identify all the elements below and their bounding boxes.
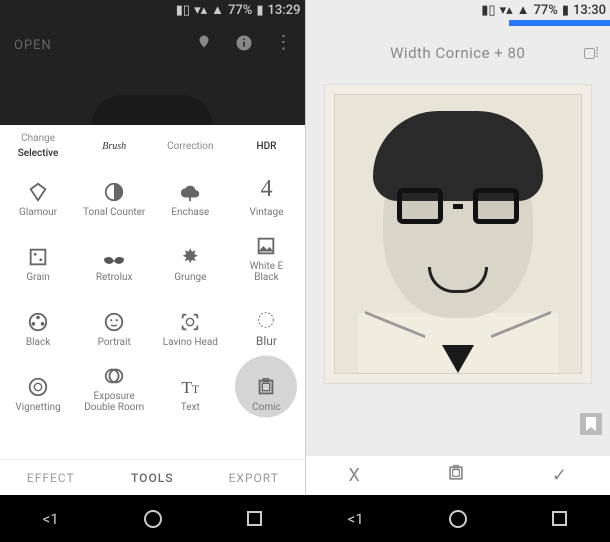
tool-hdr[interactable]: HDR (228, 131, 304, 161)
contrast-icon (103, 181, 125, 203)
tab-tools[interactable]: TOOLS (102, 471, 204, 485)
editor-tools-pane: ▮▯ ▾▴ ▲ 77% ▮ 13:29 OPEN ⋮ Change Select… (0, 0, 306, 495)
nav-bar-right: <1 (305, 495, 610, 542)
open-label[interactable]: OPEN (14, 38, 52, 53)
mustache-icon (101, 254, 127, 268)
status-bar-left: ▮▯ ▾▴ ▲ 77% ▮ 13:29 (176, 0, 301, 20)
wifi-icon: ▲ (211, 2, 224, 18)
tool-selective[interactable]: Change Selective (0, 131, 76, 161)
image-icon (255, 235, 277, 257)
tool-comic[interactable]: Comic (228, 356, 304, 421)
clock: 13:29 (268, 3, 301, 18)
status-bar-right: ▮▯ ▾▴ ▲ 77% ▮ 13:30 (481, 0, 606, 20)
bookmark-icon (585, 417, 597, 431)
tool-glamour[interactable]: Glamour (0, 161, 76, 226)
bookmark-button[interactable] (580, 413, 602, 435)
compare-icon[interactable]: ▢⁞ (583, 44, 598, 61)
tool-header-row: Change Selective Brush Correction HDR (0, 125, 305, 161)
tab-effect[interactable]: EFFECT (0, 471, 102, 485)
tool-text[interactable]: TT Text (152, 356, 228, 421)
indicator-tab-2[interactable] (407, 20, 509, 26)
nav-recent[interactable] (552, 511, 567, 526)
face-icon (103, 311, 125, 333)
android-nav-bars: <1 <1 (0, 495, 610, 542)
nav-back[interactable]: <1 (348, 510, 364, 528)
tool-tonal-counter[interactable]: Tonal Counter (76, 161, 152, 226)
nav-bar-left: <1 (0, 495, 305, 542)
battery-pct: 77% (228, 3, 252, 18)
tool-exposure[interactable]: Exposure Double Room (76, 356, 152, 421)
frame-icon (255, 376, 277, 398)
nav-home[interactable] (144, 510, 162, 528)
double-exposure-icon (103, 365, 125, 387)
tool-grain[interactable]: Grain (0, 226, 76, 291)
tool-vintage[interactable]: 4 Vintage (228, 161, 304, 226)
bottom-action-bar: X ✓ (306, 455, 610, 495)
reel-icon (27, 311, 49, 333)
tool-vignetting[interactable]: Vignetting (0, 356, 76, 421)
indicator-tab-3[interactable] (509, 20, 610, 26)
bottom-tab-bar: EFFECT TOOLS EXPORT (0, 459, 305, 495)
vignette-icon (27, 376, 49, 398)
text-icon: TT (181, 378, 199, 398)
dice-icon (27, 246, 49, 268)
battery-pct: 77% (534, 3, 558, 18)
tool-white-black[interactable]: White E Black (228, 226, 304, 291)
network-icon: ▾▴ (194, 3, 207, 18)
indicator-tab-1[interactable] (306, 20, 408, 26)
tool-grunge[interactable]: ✸ Grunge (152, 226, 228, 291)
battery-icon: ▮ (256, 3, 263, 18)
scanface-icon (179, 311, 201, 333)
nav-recent[interactable] (247, 511, 262, 526)
frame-options-button[interactable] (446, 463, 466, 488)
signal-icon: ▮▯ (481, 3, 495, 18)
dimmed-photo-hint (92, 95, 212, 125)
signal-icon: ▮▯ (176, 3, 190, 18)
cloud-icon (179, 181, 201, 203)
overflow-menu-icon[interactable]: ⋮ (275, 34, 293, 52)
tool-black[interactable]: Black (0, 291, 76, 356)
frame-icon (446, 463, 466, 483)
nav-home[interactable] (449, 510, 467, 528)
tool-blur[interactable]: Blur (228, 291, 304, 356)
tool-row-4: Vignetting Exposure Double Room TT Text … (0, 356, 305, 421)
grunge-icon: ✸ (182, 244, 199, 268)
photo-preview[interactable] (334, 94, 583, 374)
network-icon: ▾▴ (500, 3, 513, 18)
tool-portrait[interactable]: Portrait (76, 291, 152, 356)
tool-row-1: Glamour Tonal Counter Enchase 4 Vintage (0, 161, 305, 226)
tool-correction[interactable]: Correction (152, 131, 228, 161)
auto-icon[interactable] (195, 34, 213, 52)
photo-frame (324, 84, 593, 384)
comic-filter-pane: ▮▯ ▾▴ ▲ 77% ▮ 13:30 Width Cornice + 80 ▢… (306, 0, 610, 495)
four-icon: 4 (260, 176, 272, 203)
adjustment-title: Width Cornice + 80 ▢⁞ (306, 44, 610, 62)
close-button[interactable]: X (349, 465, 360, 486)
tab-export[interactable]: EXPORT (203, 471, 305, 485)
diamond-icon (27, 181, 49, 203)
tool-enchase[interactable]: Enchase (152, 161, 228, 226)
tool-row-3: Black Portrait Lavino Head Blur (0, 291, 305, 356)
top-indicator-tabs (306, 20, 610, 26)
tool-brush[interactable]: Brush (76, 131, 152, 161)
wifi-icon: ▲ (517, 2, 530, 18)
circle-icon (255, 309, 277, 331)
clock: 13:30 (573, 3, 606, 18)
tool-retrolux[interactable]: Retrolux (76, 226, 152, 291)
info-icon[interactable] (235, 34, 253, 52)
tool-lavino-head[interactable]: Lavino Head (152, 291, 228, 356)
tool-row-2: Grain Retrolux ✸ Grunge White E Black (0, 226, 305, 291)
battery-icon: ▮ (562, 3, 569, 18)
nav-back[interactable]: <1 (43, 510, 59, 528)
confirm-button[interactable]: ✓ (552, 465, 567, 486)
